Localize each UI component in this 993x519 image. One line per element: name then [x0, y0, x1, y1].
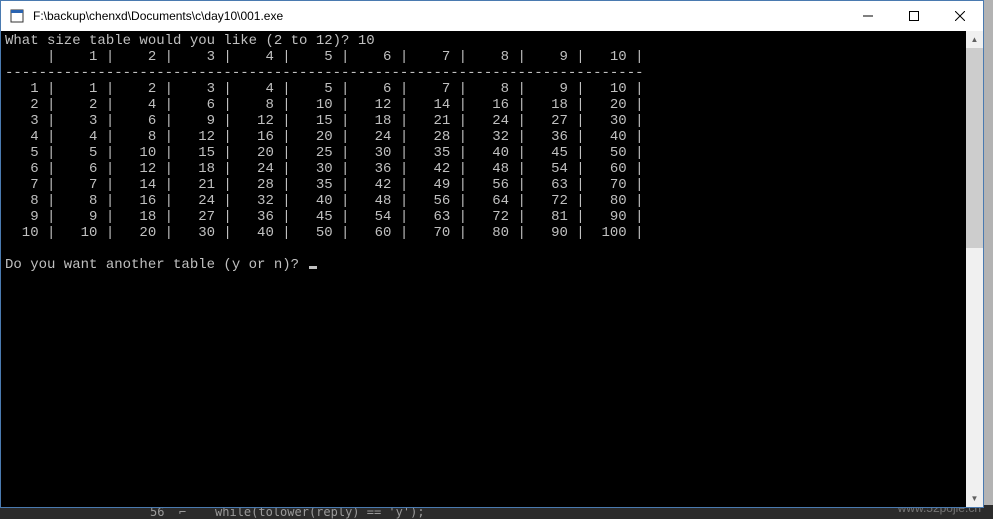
console-window: F:\backup\chenxd\Documents\c\day10\001.e…	[0, 0, 984, 508]
text-cursor	[309, 266, 317, 269]
scroll-thumb[interactable]	[966, 48, 983, 248]
scrollbar[interactable]: ▲ ▼	[966, 31, 983, 507]
close-button[interactable]	[937, 1, 983, 31]
maximize-button[interactable]	[891, 1, 937, 31]
console-output[interactable]: What size table would you like (2 to 12)…	[1, 31, 966, 507]
app-icon	[9, 8, 25, 24]
titlebar[interactable]: F:\backup\chenxd\Documents\c\day10\001.e…	[1, 1, 983, 31]
scroll-up-icon[interactable]: ▲	[966, 31, 983, 48]
window-title: F:\backup\chenxd\Documents\c\day10\001.e…	[31, 9, 845, 23]
minimize-button[interactable]	[845, 1, 891, 31]
scroll-down-icon[interactable]: ▼	[966, 490, 983, 507]
